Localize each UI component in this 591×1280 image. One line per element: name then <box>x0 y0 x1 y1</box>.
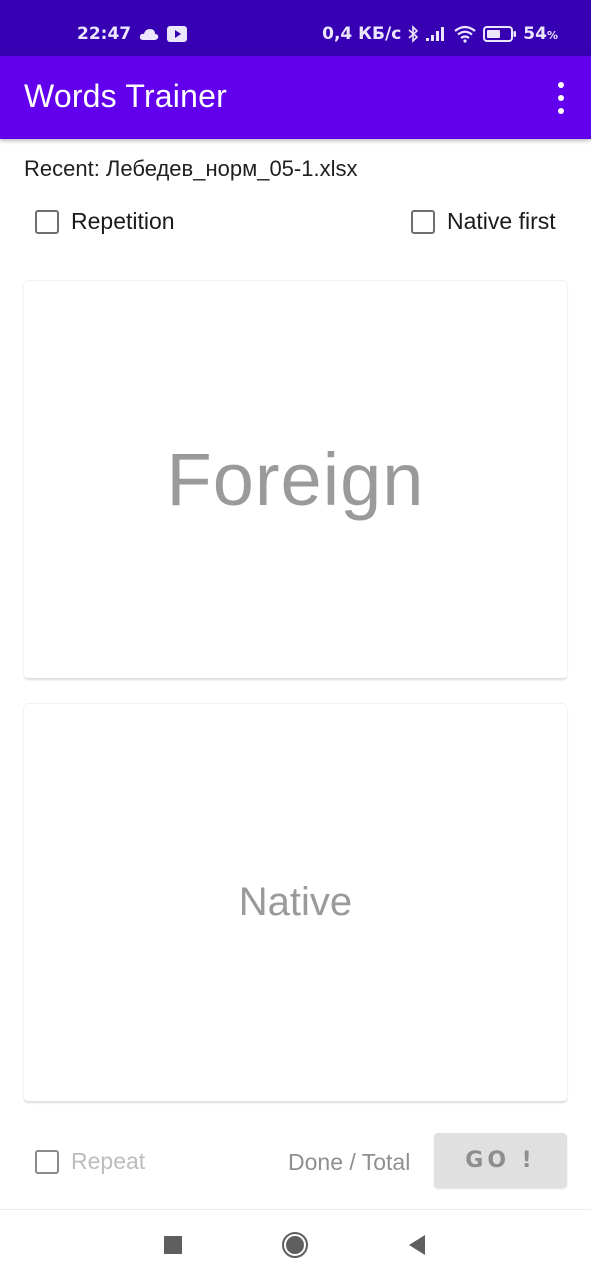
recent-file-label: Recent: Лебедев_норм_05-1.xlsx <box>24 156 358 181</box>
native-card[interactable]: Native <box>24 703 567 1101</box>
network-speed: 0,4 КБ/с <box>322 24 402 44</box>
repeat-label: Repeat <box>71 1148 146 1174</box>
repetition-checkbox[interactable]: Repetition <box>35 208 175 235</box>
signal-icon <box>425 26 447 42</box>
foreign-card[interactable]: Foreign <box>24 280 567 678</box>
native-first-checkbox[interactable]: Native first <box>411 208 556 235</box>
app-title: Words Trainer <box>24 78 227 114</box>
cloud-icon <box>139 27 159 41</box>
bluetooth-icon <box>407 25 419 43</box>
back-icon[interactable] <box>402 1230 432 1260</box>
battery-icon <box>483 26 517 42</box>
repetition-label: Repetition <box>71 208 175 234</box>
bottom-controls: Repeat Done / Total GO ! <box>0 1133 591 1189</box>
overflow-menu-icon[interactable] <box>553 82 569 114</box>
foreign-word: Foreign <box>166 437 425 521</box>
youtube-icon <box>167 26 188 42</box>
battery-percent: 54% <box>523 24 558 44</box>
status-bar: 22:47 0,4 КБ/с 54% <box>0 0 591 56</box>
progress-counter: Done / Total <box>288 1149 411 1175</box>
navigation-bar <box>0 1209 591 1280</box>
status-time: 22:47 <box>77 24 132 44</box>
repeat-checkbox[interactable]: Repeat <box>35 1148 145 1175</box>
wifi-icon <box>453 25 477 43</box>
home-icon[interactable] <box>280 1230 310 1260</box>
go-button[interactable]: GO ! <box>434 1133 567 1188</box>
checkbox-box[interactable] <box>35 209 59 234</box>
checkbox-box[interactable] <box>35 1149 59 1174</box>
checkbox-box[interactable] <box>411 209 435 234</box>
native-word: Native <box>238 879 353 924</box>
native-first-label: Native first <box>447 208 556 234</box>
recents-icon[interactable] <box>158 1230 188 1260</box>
app-bar: Words Trainer <box>0 56 591 139</box>
